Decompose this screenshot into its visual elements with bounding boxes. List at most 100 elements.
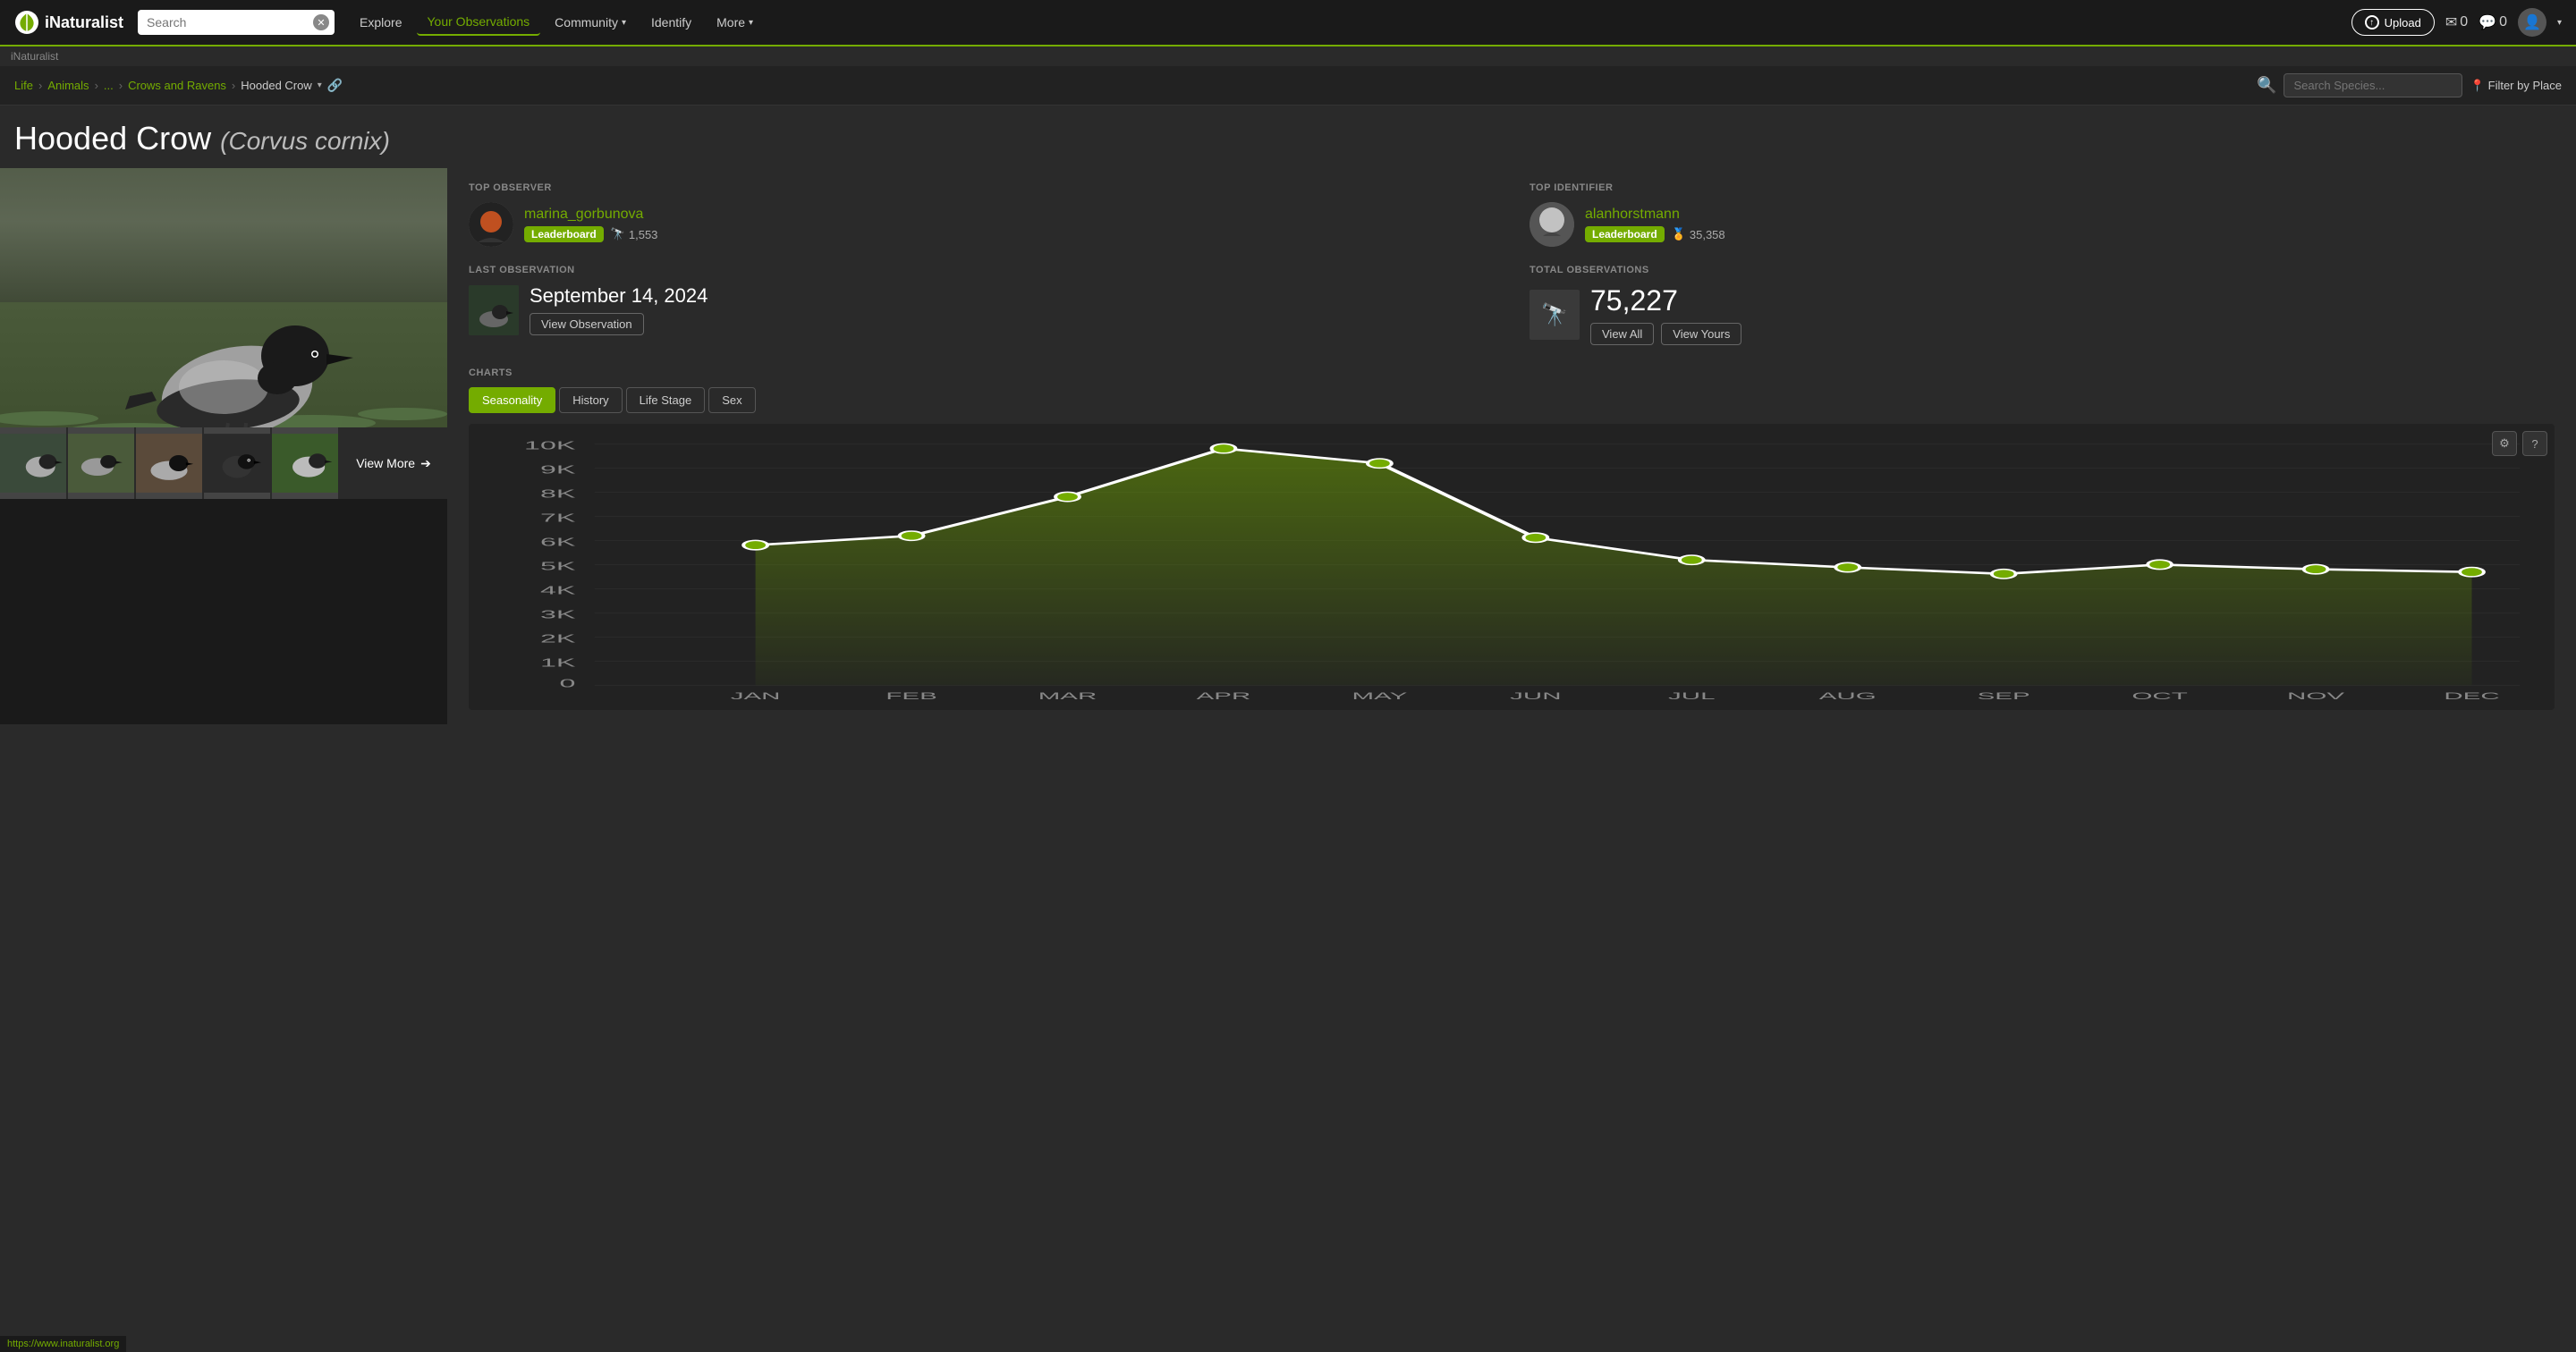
thumbnail-1[interactable] <box>0 427 66 499</box>
logo-icon <box>14 10 39 35</box>
sep-1: › <box>38 79 42 92</box>
search-input[interactable] <box>138 10 335 35</box>
chart-help-button[interactable]: ? <box>2522 431 2547 456</box>
chart-tab-seasonality[interactable]: Seasonality <box>469 387 555 413</box>
data-point-may <box>1368 459 1392 468</box>
x-label-apr: APR <box>1197 690 1251 702</box>
sep-2: › <box>95 79 98 92</box>
pin-icon: 📍 <box>2470 79 2484 93</box>
breadcrumb-crows-ravens[interactable]: Crows and Ravens <box>128 79 226 92</box>
identifier-avatar[interactable] <box>1530 202 1574 247</box>
top-identifier-label: TOP IDENTIFIER <box>1530 182 2555 193</box>
user-avatar[interactable]: 👤 <box>2518 8 2546 37</box>
data-point-dec <box>2460 568 2484 577</box>
info-panel: TOP OBSERVER marina_gorbunova Leaderboar… <box>447 168 2576 724</box>
svg-text:8K: 8K <box>540 488 575 501</box>
breadcrumb-link-icon[interactable]: 🔗 <box>327 78 343 93</box>
breadcrumb-current: Hooded Crow <box>241 79 312 92</box>
thumb-image-4 <box>204 427 270 499</box>
identifier-details: alanhorstmann Leaderboard 🏅 35,358 <box>1585 207 1725 242</box>
view-all-button[interactable]: View All <box>1590 323 1654 345</box>
svg-text:7K: 7K <box>540 512 575 525</box>
nav-link-identify[interactable]: Identify <box>640 10 702 35</box>
x-label-sep: SEP <box>1978 690 2030 702</box>
x-label-may: MAY <box>1352 690 1408 702</box>
binoculars-large-icon: 🔭 <box>1541 302 1568 328</box>
top-observer-label: TOP OBSERVER <box>469 182 1494 193</box>
total-observations-label: TOTAL OBSERVATIONS <box>1530 265 2555 275</box>
observer-count: 🔭 1,553 <box>611 227 658 241</box>
main-content: View More ➔ TOP OBSERVER <box>0 168 2576 724</box>
logo[interactable]: iNaturalist <box>14 10 123 35</box>
data-point-jul <box>1680 555 1704 564</box>
observer-avatar[interactable] <box>469 202 513 247</box>
user-dropdown-icon[interactable]: ▾ <box>2557 18 2562 28</box>
data-point-apr <box>1212 444 1236 452</box>
view-more-button[interactable]: View More ➔ <box>340 427 447 499</box>
svg-text:3K: 3K <box>540 609 575 621</box>
species-search-input[interactable] <box>2284 73 2462 97</box>
x-label-oct: OCT <box>2131 690 2188 702</box>
identifier-info: alanhorstmann Leaderboard 🏅 35,358 <box>1530 202 2555 247</box>
svg-text:4K: 4K <box>540 585 575 597</box>
x-label-mar: MAR <box>1038 690 1097 702</box>
thumb-image-5 <box>272 427 338 499</box>
sep-3: › <box>119 79 123 92</box>
breadcrumb-bar: Life › Animals › ... › Crows and Ravens … <box>0 66 2576 106</box>
species-search-icon[interactable]: 🔍 <box>2257 76 2276 95</box>
chart-settings-button[interactable]: ⚙ <box>2492 431 2517 456</box>
mail-button[interactable]: ✉ 0 <box>2445 13 2468 31</box>
chart-tabs: Seasonality History Life Stage Sex <box>469 387 2555 413</box>
nav-link-explore[interactable]: Explore <box>349 10 412 35</box>
search-clear-button[interactable]: ✕ <box>313 14 329 30</box>
binoculars-icon: 🔭 <box>611 227 625 241</box>
logo-text: iNaturalist <box>45 13 123 32</box>
x-label-feb: FEB <box>886 690 936 702</box>
observer-badge-row: Leaderboard 🔭 1,553 <box>524 226 657 242</box>
data-point-mar <box>1055 492 1080 501</box>
nav-right: ↑ Upload ✉ 0 💬 0 👤 ▾ <box>2351 8 2562 37</box>
main-image-container[interactable] <box>0 168 447 427</box>
avatar-icon: 👤 <box>2523 13 2541 31</box>
identifier-badge-row: Leaderboard 🏅 35,358 <box>1585 226 1725 242</box>
view-observation-button[interactable]: View Observation <box>530 313 644 335</box>
more-dropdown-icon: ▾ <box>749 18 753 28</box>
total-observations-block: TOTAL OBSERVATIONS 🔭 75,227 View All Vie… <box>1530 265 2555 353</box>
total-obs-inner: 🔭 75,227 View All View Yours <box>1530 284 2555 345</box>
last-obs-thumbnail[interactable] <box>469 285 519 335</box>
chart-tab-sex[interactable]: Sex <box>708 387 755 413</box>
breadcrumb-life[interactable]: Life <box>14 79 33 92</box>
chart-tab-history[interactable]: History <box>559 387 622 413</box>
upload-button[interactable]: ↑ Upload <box>2351 9 2435 36</box>
thumbnail-3[interactable] <box>136 427 202 499</box>
comments-button[interactable]: 💬 0 <box>2479 13 2507 31</box>
site-breadcrumb-label: iNaturalist <box>0 46 2576 66</box>
thumbnail-5[interactable] <box>272 427 338 499</box>
chart-tab-life-stage[interactable]: Life Stage <box>626 387 706 413</box>
identifier-icon: 🏅 <box>1672 227 1686 241</box>
top-identifier-block: TOP IDENTIFIER alanhorstmann Leaderboard <box>1530 182 2555 247</box>
x-label-jun: JUN <box>1510 690 1561 702</box>
thumbnail-4[interactable] <box>204 427 270 499</box>
filter-place-button[interactable]: 📍 Filter by Place <box>2470 79 2562 93</box>
observer-name[interactable]: marina_gorbunova <box>524 207 657 223</box>
data-point-aug <box>1835 562 1860 571</box>
svg-text:2K: 2K <box>540 633 575 646</box>
view-yours-button[interactable]: View Yours <box>1661 323 1741 345</box>
upload-icon: ↑ <box>2365 15 2379 30</box>
identifier-name[interactable]: alanhorstmann <box>1585 207 1725 223</box>
breadcrumb-animals[interactable]: Animals <box>47 79 89 92</box>
observer-details: marina_gorbunova Leaderboard 🔭 1,553 <box>524 207 657 242</box>
x-label-nov: NOV <box>2287 690 2344 702</box>
nav-link-more[interactable]: More ▾ <box>706 10 764 35</box>
observer-info: marina_gorbunova Leaderboard 🔭 1,553 <box>469 202 1494 247</box>
nav-link-community[interactable]: Community ▾ <box>544 10 637 35</box>
breadcrumb-dropdown-icon[interactable]: ▾ <box>318 80 322 90</box>
search-container: ✕ <box>138 10 335 35</box>
x-label-dec: DEC <box>2444 690 2499 702</box>
breadcrumb-ellipsis[interactable]: ... <box>104 79 114 92</box>
thumbnail-2[interactable] <box>68 427 134 499</box>
data-point-feb <box>900 531 924 540</box>
thumb-image-2 <box>68 427 134 499</box>
nav-link-your-observations[interactable]: Your Observations <box>417 9 541 36</box>
